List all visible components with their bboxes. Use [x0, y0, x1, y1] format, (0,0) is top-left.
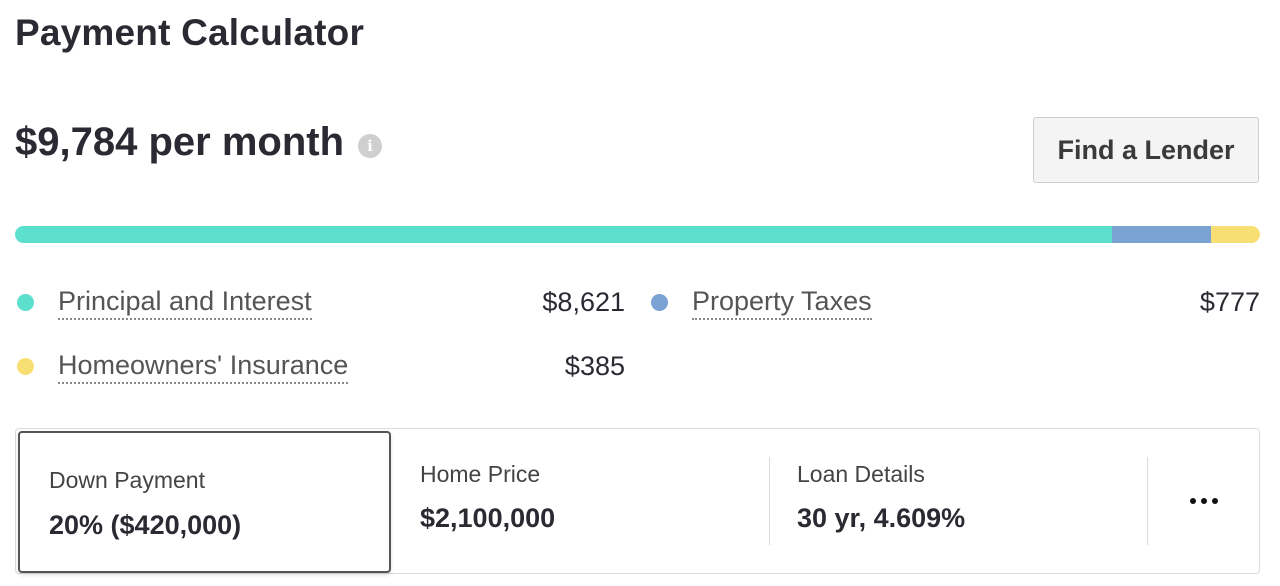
monthly-payment-summary: $9,784 per month i — [15, 120, 383, 165]
card-divider — [1147, 457, 1148, 545]
loan-details-value: 30 yr, 4.609% — [797, 503, 966, 533]
payment-breakdown-bar — [15, 226, 1260, 243]
taxes-dot-icon — [651, 293, 668, 311]
legend-label-principal[interactable]: Principal and Interest — [58, 285, 312, 320]
page-title: Payment Calculator — [15, 12, 365, 53]
insurance-dot-icon — [17, 357, 34, 375]
down-payment-card[interactable]: Down Payment 20% ($420,000) — [18, 431, 391, 573]
home-price-card[interactable]: Home Price $2,100,000 — [392, 429, 770, 573]
legend-value-insurance: $385 — [564, 351, 625, 381]
legend-value-principal: $8,621 — [542, 287, 625, 317]
down-payment-label: Down Payment — [49, 467, 205, 493]
info-icon[interactable]: i — [358, 133, 383, 158]
legend-label-insurance[interactable]: Homeowners' Insurance — [58, 349, 349, 384]
more-options-button[interactable] — [1149, 429, 1259, 573]
bar-segment-taxes — [1112, 226, 1211, 243]
legend-item-principal: Principal and Interest — [17, 282, 312, 322]
legend-label-taxes[interactable]: Property Taxes — [692, 285, 872, 320]
loan-details-label: Loan Details — [797, 461, 925, 487]
home-price-label: Home Price — [420, 461, 541, 487]
legend-item-insurance: Homeowners' Insurance — [17, 346, 349, 386]
more-horizontal-icon — [1190, 498, 1218, 504]
loan-details-card[interactable]: Loan Details 30 yr, 4.609% — [770, 429, 1147, 573]
bar-segment-principal — [15, 226, 1113, 243]
home-price-value: $2,100,000 — [420, 503, 556, 533]
monthly-payment-amount: $9,784 per month — [15, 120, 345, 164]
legend-value-taxes: $777 — [1199, 287, 1260, 317]
calculator-inputs: Down Payment 20% ($420,000) Home Price $… — [15, 428, 1260, 574]
bar-segment-insurance — [1210, 226, 1260, 243]
payment-calculator: Payment Calculator $9,784 per month i Fi… — [0, 0, 1280, 586]
find-lender-button[interactable]: Find a Lender — [1033, 117, 1259, 183]
principal-dot-icon — [17, 293, 34, 311]
down-payment-value: 20% ($420,000) — [49, 510, 242, 540]
legend-item-taxes: Property Taxes — [651, 282, 872, 322]
